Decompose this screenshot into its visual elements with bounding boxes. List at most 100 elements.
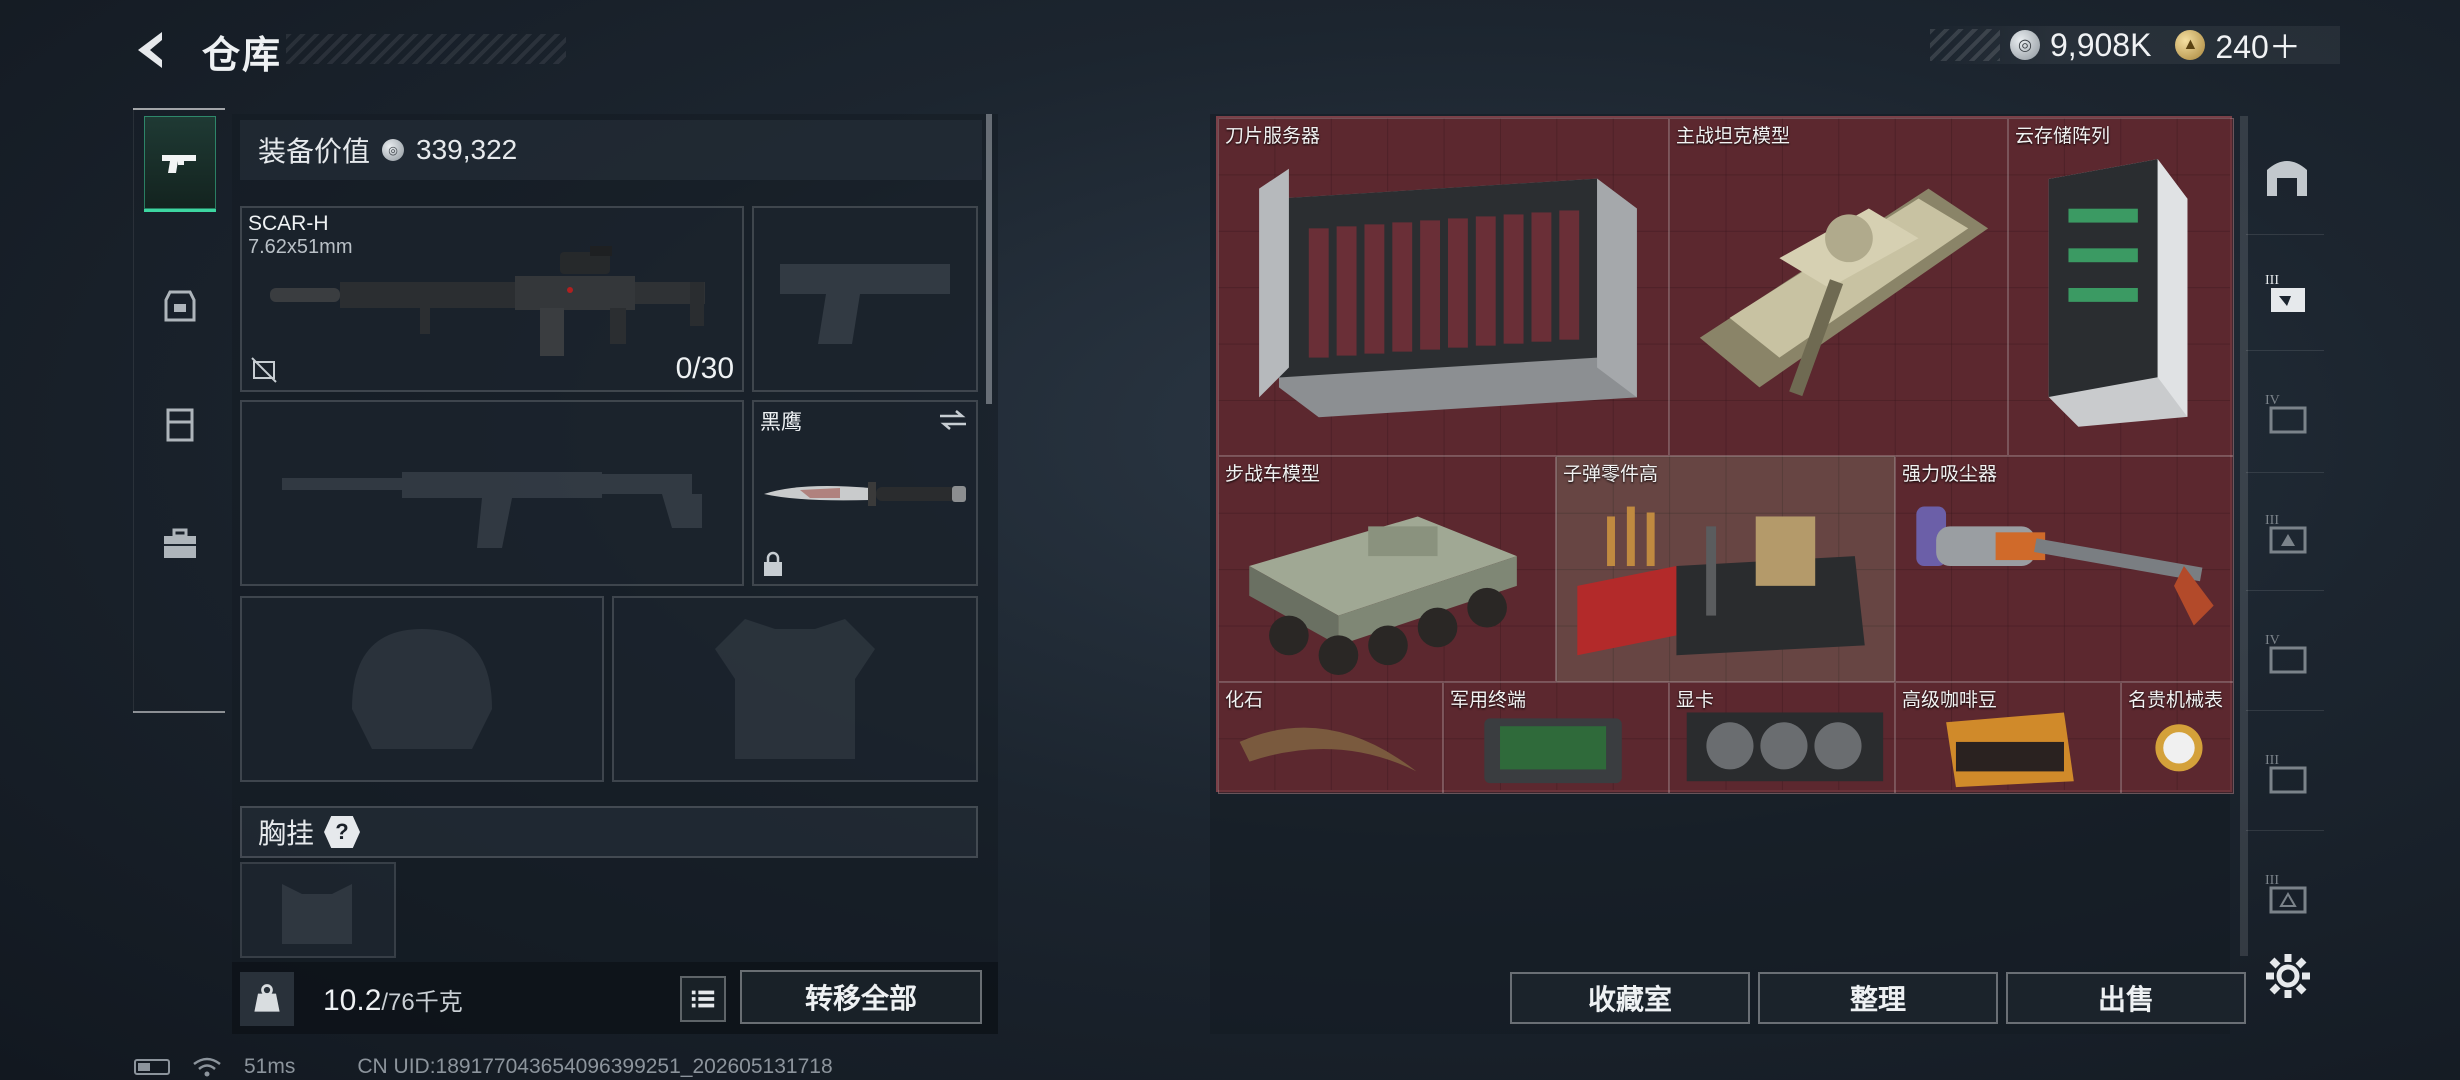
item-tank-model[interactable]: 主战坦克模型 bbox=[1669, 118, 2008, 456]
helmet-slot[interactable] bbox=[240, 596, 604, 782]
cloud-storage-icon bbox=[2048, 159, 2188, 427]
storage-tier-3d-icon: III bbox=[2265, 873, 2307, 914]
status-footer: 51ms CN UID:189177043654096399251_202605… bbox=[134, 1054, 833, 1080]
ifv-model-icon bbox=[1249, 516, 1517, 676]
right-nav: III IV III IV III III bbox=[2246, 114, 2326, 954]
battery-icon bbox=[134, 1059, 170, 1075]
item-luxury-watch[interactable]: 名贵机械表 bbox=[2121, 682, 2234, 794]
item-label: 刀片服务器 bbox=[1225, 126, 1321, 147]
svg-text:III: III bbox=[2265, 753, 2279, 768]
silver-coin-icon: ◎ bbox=[2010, 30, 2040, 60]
page-title: 仓库 bbox=[202, 35, 283, 77]
rnav-storage-3-active[interactable]: III bbox=[2254, 254, 2320, 330]
item-graphics-card[interactable]: 显卡 bbox=[1669, 682, 1895, 794]
nav-bottom-line bbox=[133, 711, 225, 713]
chest-rig-header: 胸挂 ? bbox=[240, 806, 978, 858]
item-label: 云存储阵列 bbox=[2015, 126, 2111, 147]
secondary-weapon-slot[interactable] bbox=[752, 206, 978, 392]
storage-tier-3c-icon: III bbox=[2265, 753, 2307, 794]
ping-value: 51ms bbox=[244, 1055, 296, 1078]
backpack-icon bbox=[164, 290, 196, 322]
currency-decoration bbox=[1930, 29, 2000, 61]
melee-slot[interactable]: 黑鹰 bbox=[752, 400, 978, 586]
storage-grid: 刀片服务器 主战坦克模型 云存储阵列 步战车模型 子弹零件高 强力吸尘器 化石 … bbox=[1216, 116, 2234, 794]
secondary-primary-slot[interactable] bbox=[240, 400, 744, 586]
settings-gear-icon[interactable] bbox=[2262, 950, 2314, 1002]
rnav-storage-4b[interactable]: IV bbox=[2254, 614, 2320, 690]
sell-button[interactable]: 出售 bbox=[2006, 972, 2246, 1024]
organize-button[interactable]: 整理 bbox=[1758, 972, 1998, 1024]
item-label: 强力吸尘器 bbox=[1902, 464, 1998, 485]
left-nav bbox=[133, 108, 225, 713]
item-label: 显卡 bbox=[1676, 690, 1715, 711]
armor-slot[interactable] bbox=[612, 596, 978, 782]
chest-rig-slot[interactable] bbox=[240, 862, 396, 958]
wifi-icon bbox=[193, 1057, 221, 1077]
item-fossil[interactable]: 化石 bbox=[1218, 682, 1443, 794]
rnav-storage-3b[interactable]: III bbox=[2254, 494, 2320, 570]
rnav-storage-3d[interactable]: III bbox=[2254, 854, 2320, 930]
weight-icon bbox=[240, 972, 294, 1026]
chest-rig-placeholder-icon bbox=[282, 884, 352, 944]
helmet-placeholder-icon bbox=[352, 629, 492, 749]
item-coffee-beans[interactable]: 高级咖啡豆 bbox=[1895, 682, 2121, 794]
item-label: 高级咖啡豆 bbox=[1902, 690, 1998, 711]
item-label: 军用终端 bbox=[1450, 690, 1527, 711]
knife-icon bbox=[764, 482, 966, 506]
rnav-vault[interactable] bbox=[2254, 138, 2320, 214]
vacuum-icon bbox=[1916, 506, 2214, 626]
item-label: 名贵机械表 bbox=[2128, 690, 2224, 711]
equipment-value: 装备价值 ◎ 339,322 bbox=[240, 120, 982, 180]
chest-rig-icon bbox=[166, 408, 194, 442]
storage-tier-4b-icon: IV bbox=[2265, 633, 2307, 674]
item-blade-server[interactable]: 刀片服务器 bbox=[1218, 118, 1669, 456]
nav-top-line bbox=[133, 108, 225, 110]
list-icon bbox=[691, 990, 715, 1008]
rifle-placeholder-icon bbox=[282, 472, 702, 548]
gold-coin-icon: ▲ bbox=[2175, 30, 2206, 60]
back-icon[interactable] bbox=[128, 26, 176, 74]
uid-text: CN UID:189177043654096399251_20260513171… bbox=[357, 1055, 833, 1078]
lock-icon bbox=[764, 551, 782, 576]
item-label: 子弹零件高 bbox=[1563, 464, 1659, 485]
storage-tier-4-icon: IV bbox=[2265, 393, 2307, 434]
item-label: 步战车模型 bbox=[1225, 464, 1321, 485]
swap-icon[interactable] bbox=[938, 408, 968, 432]
svg-text:III: III bbox=[2265, 873, 2279, 888]
pistol-icon bbox=[162, 154, 196, 173]
nav-backpack[interactable] bbox=[144, 256, 216, 352]
rnav-storage-3c[interactable]: III bbox=[2254, 734, 2320, 810]
weight-value: 10.2/76千克 bbox=[323, 982, 463, 1018]
briefcase-icon bbox=[164, 528, 196, 558]
loadout-scrollbar[interactable] bbox=[986, 114, 992, 404]
scar-h-rifle-icon bbox=[270, 246, 705, 356]
ammo-parts-icon bbox=[1577, 506, 1865, 656]
pistol-placeholder-icon bbox=[780, 264, 950, 344]
melee-name: 黑鹰 bbox=[760, 411, 802, 434]
item-label: 化石 bbox=[1225, 690, 1264, 711]
no-attachment-icon bbox=[251, 357, 277, 383]
rnav-storage-4[interactable]: IV bbox=[2254, 374, 2320, 450]
equipment-value-label: 装备价值 bbox=[258, 136, 371, 167]
gold-currency-value[interactable]: 240＋ bbox=[2215, 22, 2300, 68]
nav-weapons[interactable] bbox=[144, 116, 216, 212]
ammo-count: 0/30 bbox=[675, 352, 734, 385]
list-view-button[interactable] bbox=[680, 976, 726, 1022]
item-ammo-parts[interactable]: 子弹零件高 bbox=[1556, 456, 1895, 682]
item-military-terminal[interactable]: 军用终端 bbox=[1443, 682, 1669, 794]
weight-max: /76千克 bbox=[381, 989, 463, 1016]
item-vacuum[interactable]: 强力吸尘器 bbox=[1895, 456, 2234, 682]
storage-tier-3-icon: III bbox=[2265, 273, 2305, 312]
nav-briefcase[interactable] bbox=[144, 496, 216, 592]
collection-room-button[interactable]: 收藏室 bbox=[1510, 972, 1750, 1024]
transfer-all-button[interactable]: 转移全部 bbox=[740, 970, 982, 1024]
armor-placeholder-icon bbox=[715, 619, 875, 759]
svg-text:IV: IV bbox=[2265, 393, 2280, 408]
item-ifv-model[interactable]: 步战车模型 bbox=[1218, 456, 1556, 682]
primary-weapon-slot[interactable]: SCAR-H 7.62x51mm 0/30 bbox=[240, 206, 744, 392]
nav-chest-rig[interactable] bbox=[144, 376, 216, 472]
item-cloud-storage[interactable]: 云存储阵列 bbox=[2008, 118, 2234, 456]
title-decoration bbox=[286, 34, 566, 64]
currency-bar: ◎ 9,908K ▲ 240＋ bbox=[1930, 26, 2340, 65]
help-icon[interactable]: ? bbox=[324, 816, 361, 848]
